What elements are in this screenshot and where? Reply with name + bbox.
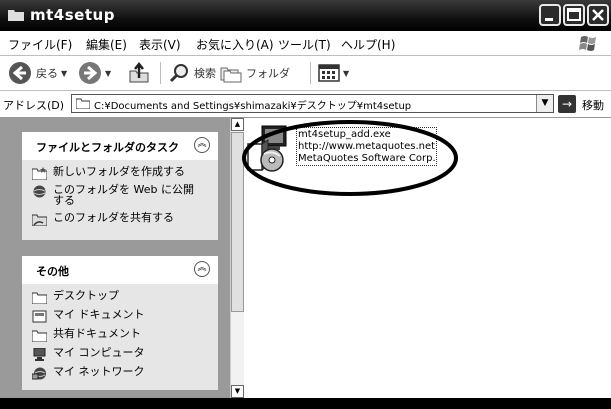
chevron-down-icon: ▼ — [105, 68, 112, 78]
toolbar-separator — [160, 62, 161, 84]
new-folder-icon — [32, 167, 47, 180]
address-value: C:¥Documents and Settings¥shimazaki¥デスクト… — [94, 101, 412, 112]
views-icon — [318, 64, 340, 82]
up-folder-button[interactable] — [128, 56, 150, 90]
my-network-icon — [32, 367, 46, 380]
collapse-button[interactable]: ︽ — [194, 261, 210, 277]
search-label: 検索 — [194, 67, 216, 80]
menu-tools[interactable]: ツール(T) — [278, 36, 331, 53]
minimize-icon — [545, 18, 553, 21]
maximize-icon — [567, 8, 581, 21]
address-dropdown-button[interactable]: ▼ — [536, 95, 553, 112]
toolbar-separator — [310, 62, 311, 84]
close-button[interactable] — [587, 4, 609, 26]
close-icon — [592, 9, 604, 21]
toolbar: 戻る ▼ ▼ 検索 フォルダ ▼ — [0, 56, 611, 91]
shared-documents-icon — [32, 330, 47, 342]
file-folder-tasks-panel: ファイルとフォルダのタスク ︽ 新しいフォルダを作成する このフォルダを Web… — [22, 132, 218, 240]
search-icon — [169, 64, 188, 83]
title-bar[interactable]: mt4setup — [0, 0, 611, 31]
address-bar: アドレス(D) C:¥Documents and Settings¥shimaz… — [0, 91, 611, 118]
highlight-ellipse — [242, 120, 458, 196]
chevron-down-icon: ▼ — [61, 68, 68, 78]
address-input[interactable]: C:¥Documents and Settings¥shimazaki¥デスクト… — [71, 94, 554, 113]
forward-button[interactable]: ▼ — [78, 56, 111, 90]
menu-edit[interactable]: 編集(E) — [86, 36, 127, 53]
folders-icon — [220, 67, 242, 83]
task-pane: ファイルとフォルダのタスク ︽ 新しいフォルダを作成する このフォルダを Web… — [0, 118, 230, 398]
menu-bar: ファイル(F) 編集(E) 表示(V) お気に入り(A) ツール(T) ヘルプ(… — [0, 31, 611, 56]
back-arrow-icon — [9, 62, 31, 84]
task-label: 新しいフォルダを作成する — [53, 165, 185, 178]
go-label[interactable]: 移動 — [582, 97, 604, 113]
window-bottom-border — [0, 398, 611, 409]
menu-file[interactable]: ファイル(F) — [8, 36, 72, 53]
menu-favorites[interactable]: お気に入り(A) — [196, 36, 274, 53]
desktop-icon — [32, 292, 47, 304]
chevron-down-icon: ▼ — [343, 68, 350, 78]
menu-view[interactable]: 表示(V) — [139, 36, 181, 53]
place-label: デスクトップ — [53, 289, 119, 302]
forward-arrow-icon — [79, 62, 101, 84]
place-label: マイ コンピュータ — [53, 346, 145, 359]
place-label: マイ ドキュメント — [53, 308, 145, 321]
views-button[interactable]: ▼ — [318, 56, 349, 90]
go-button[interactable]: → — [558, 95, 576, 113]
task-label: このフォルダを共有する — [53, 211, 174, 224]
publish-web-icon — [33, 185, 46, 198]
chevron-up-icon: ︽ — [197, 139, 207, 149]
other-places-panel: その他 ︽ デスクトップ マイ ドキュメント 共有ドキュメント マイ コンピュー… — [22, 256, 218, 390]
panel-title: ファイルとフォルダのタスク — [36, 141, 179, 154]
maximize-button[interactable] — [563, 4, 585, 26]
back-label: 戻る — [36, 67, 58, 80]
folders-button[interactable]: フォルダ — [220, 56, 290, 90]
menu-help[interactable]: ヘルプ(H) — [341, 36, 395, 53]
windows-flag-icon — [579, 36, 596, 51]
panel-body: 新しいフォルダを作成する このフォルダを Web に公開 する このフォルダを共… — [22, 160, 218, 240]
chevron-down-icon: ▼ — [234, 387, 241, 395]
folders-label: フォルダ — [246, 67, 290, 80]
my-documents-icon — [32, 310, 47, 323]
back-button[interactable]: 戻る ▼ — [8, 56, 67, 90]
search-button[interactable]: 検索 — [168, 56, 216, 90]
folder-icon — [8, 10, 24, 21]
place-label: マイ ネットワーク — [53, 365, 145, 378]
panel-header[interactable]: その他 ︽ — [22, 256, 218, 284]
address-label: アドレス(D) — [3, 99, 65, 112]
go-arrow-icon: → — [561, 97, 573, 111]
scroll-down-button[interactable]: ▼ — [231, 385, 244, 398]
window-title: mt4setup — [30, 6, 115, 24]
chevron-up-icon: ︽ — [197, 263, 207, 273]
my-computer-icon — [33, 348, 46, 361]
panel-body: デスクトップ マイ ドキュメント 共有ドキュメント マイ コンピュータ マイ ネ… — [22, 284, 218, 390]
minimize-button[interactable] — [539, 4, 561, 26]
chevron-down-icon: ▼ — [541, 98, 549, 108]
share-folder-icon — [32, 214, 47, 226]
folder-icon — [76, 98, 90, 109]
task-label-line2: する — [53, 194, 75, 207]
up-folder-icon — [129, 62, 149, 83]
explorer-window: mt4setup ファイル(F) 編集(E) 表示(V) お気に入り(A) ツー… — [0, 0, 611, 409]
panel-header[interactable]: ファイルとフォルダのタスク ︽ — [22, 132, 218, 160]
panel-title: その他 — [36, 265, 69, 278]
place-label: 共有ドキュメント — [53, 327, 141, 340]
collapse-button[interactable]: ︽ — [194, 137, 210, 153]
